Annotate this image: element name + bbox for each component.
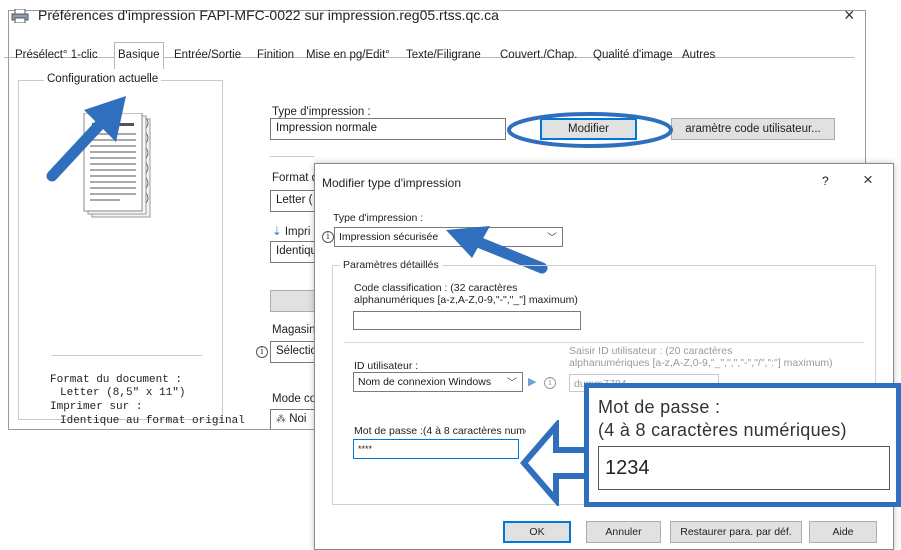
- chevron-down-icon: ﹀: [507, 378, 517, 389]
- print-on-row: ⇣ Impri: [272, 224, 310, 238]
- annotation-ellipse: [507, 112, 673, 148]
- details-separator: [344, 342, 864, 343]
- tab-text-watermark[interactable]: Texte/Filigrane: [403, 45, 484, 68]
- annotation-arrow-tab: [46, 96, 126, 182]
- cancel-button[interactable]: Annuler: [586, 521, 661, 543]
- current-config-legend: Configuration actuelle: [44, 73, 162, 85]
- info-icon: i: [322, 231, 334, 243]
- user-id-select[interactable]: Nom de connexion Windows ﹀: [353, 372, 523, 392]
- enter-user-id-label-2: alphanumériques [a-z,A-Z,0-9,"_",",","-"…: [569, 357, 833, 369]
- tab-input-output[interactable]: Entrée/Sortie: [171, 45, 244, 68]
- annotation-arrow-password: [520, 420, 590, 506]
- tray-select[interactable]: Sélectio: [270, 341, 314, 363]
- class-code-label-2: alphanumériques [a-z,A-Z,0-9,"-","_"] ma…: [354, 294, 578, 306]
- password-input[interactable]: ****: [353, 439, 519, 459]
- tab-basic[interactable]: Basique: [114, 42, 164, 69]
- details-legend: Paramètres détaillés: [340, 259, 442, 271]
- print-on-value: Identique au format original: [60, 415, 245, 427]
- user-code-button[interactable]: aramètre code utilisateur...: [671, 118, 835, 140]
- class-code-label-1: Code classification : (32 caractères: [354, 282, 518, 294]
- paper-format-label: Format d: [272, 172, 319, 184]
- ok-button[interactable]: OK: [503, 521, 571, 543]
- user-id-value: Nom de connexion Windows: [358, 376, 492, 388]
- basic-separator: [270, 156, 314, 157]
- print-type-field[interactable]: Impression normale: [270, 118, 506, 140]
- password-label: Mot de passe :(4 à 8 caractères numériqu…: [354, 425, 526, 437]
- window-close-button[interactable]: ×: [844, 5, 855, 26]
- print-on-label-truncated: Impri: [284, 226, 311, 238]
- printer-icon: [11, 9, 29, 23]
- color-mode-icon: ⁂: [276, 414, 286, 425]
- class-code-input[interactable]: [353, 311, 581, 330]
- window-title: Préférences d'impression FAPI-MFC-0022 s…: [38, 7, 499, 23]
- zoom-password-label-2: (4 à 8 caractères numériques): [598, 420, 847, 440]
- zoom-password-label-1: Mot de passe :: [598, 397, 721, 417]
- print-on-select[interactable]: Identiqu: [270, 241, 314, 263]
- restore-defaults-button[interactable]: Restaurer para. par déf.: [670, 521, 802, 543]
- zoom-password-value: 1234: [598, 446, 890, 490]
- dialog-print-type-value: Impression sécurisée: [339, 231, 439, 243]
- paper-format-select[interactable]: Letter (: [270, 190, 314, 212]
- config-separator: [52, 355, 202, 356]
- info-icon: i: [544, 377, 556, 389]
- doc-format-value: Letter (8,5" x 11"): [60, 387, 186, 399]
- user-id-label: ID utilisateur :: [354, 360, 419, 372]
- dialog-help-button[interactable]: ?: [822, 174, 829, 188]
- enter-user-id-label-1: Saisir ID utilisateur : (20 caractères: [569, 345, 733, 357]
- dialog-close-button[interactable]: ×: [863, 170, 873, 190]
- color-mode-select[interactable]: ⁂ Noi: [270, 409, 314, 429]
- dialog-title: Modifier type d'impression: [322, 176, 462, 190]
- tab-other[interactable]: Autres: [679, 45, 718, 68]
- print-on-label: Imprimer sur :: [50, 401, 143, 413]
- play-arrow-icon: ▶: [528, 376, 537, 388]
- info-icon: i: [256, 346, 268, 358]
- hidden-button[interactable]: [270, 290, 314, 312]
- tab-image-quality[interactable]: Qualité d'image: [590, 45, 676, 68]
- doc-format-label: Format du document :: [50, 374, 183, 386]
- tray-label: Magasin: [272, 324, 316, 336]
- help-button[interactable]: Aide: [809, 521, 877, 543]
- tab-finishing[interactable]: Finition: [254, 45, 297, 68]
- dialog-print-type-label: Type d'impression :: [333, 212, 424, 224]
- tab-layout[interactable]: Mise en pg/Edit°: [303, 45, 393, 68]
- color-mode-label: Mode co: [272, 393, 317, 405]
- print-type-label: Type d'impression :: [272, 106, 371, 118]
- color-mode-value: Noi: [289, 413, 307, 425]
- down-arrow-icon: ⇣: [272, 226, 282, 238]
- tab-covers[interactable]: Couvert./Chap.: [497, 45, 580, 68]
- tab-presets[interactable]: Présélect° 1-clic: [12, 45, 101, 68]
